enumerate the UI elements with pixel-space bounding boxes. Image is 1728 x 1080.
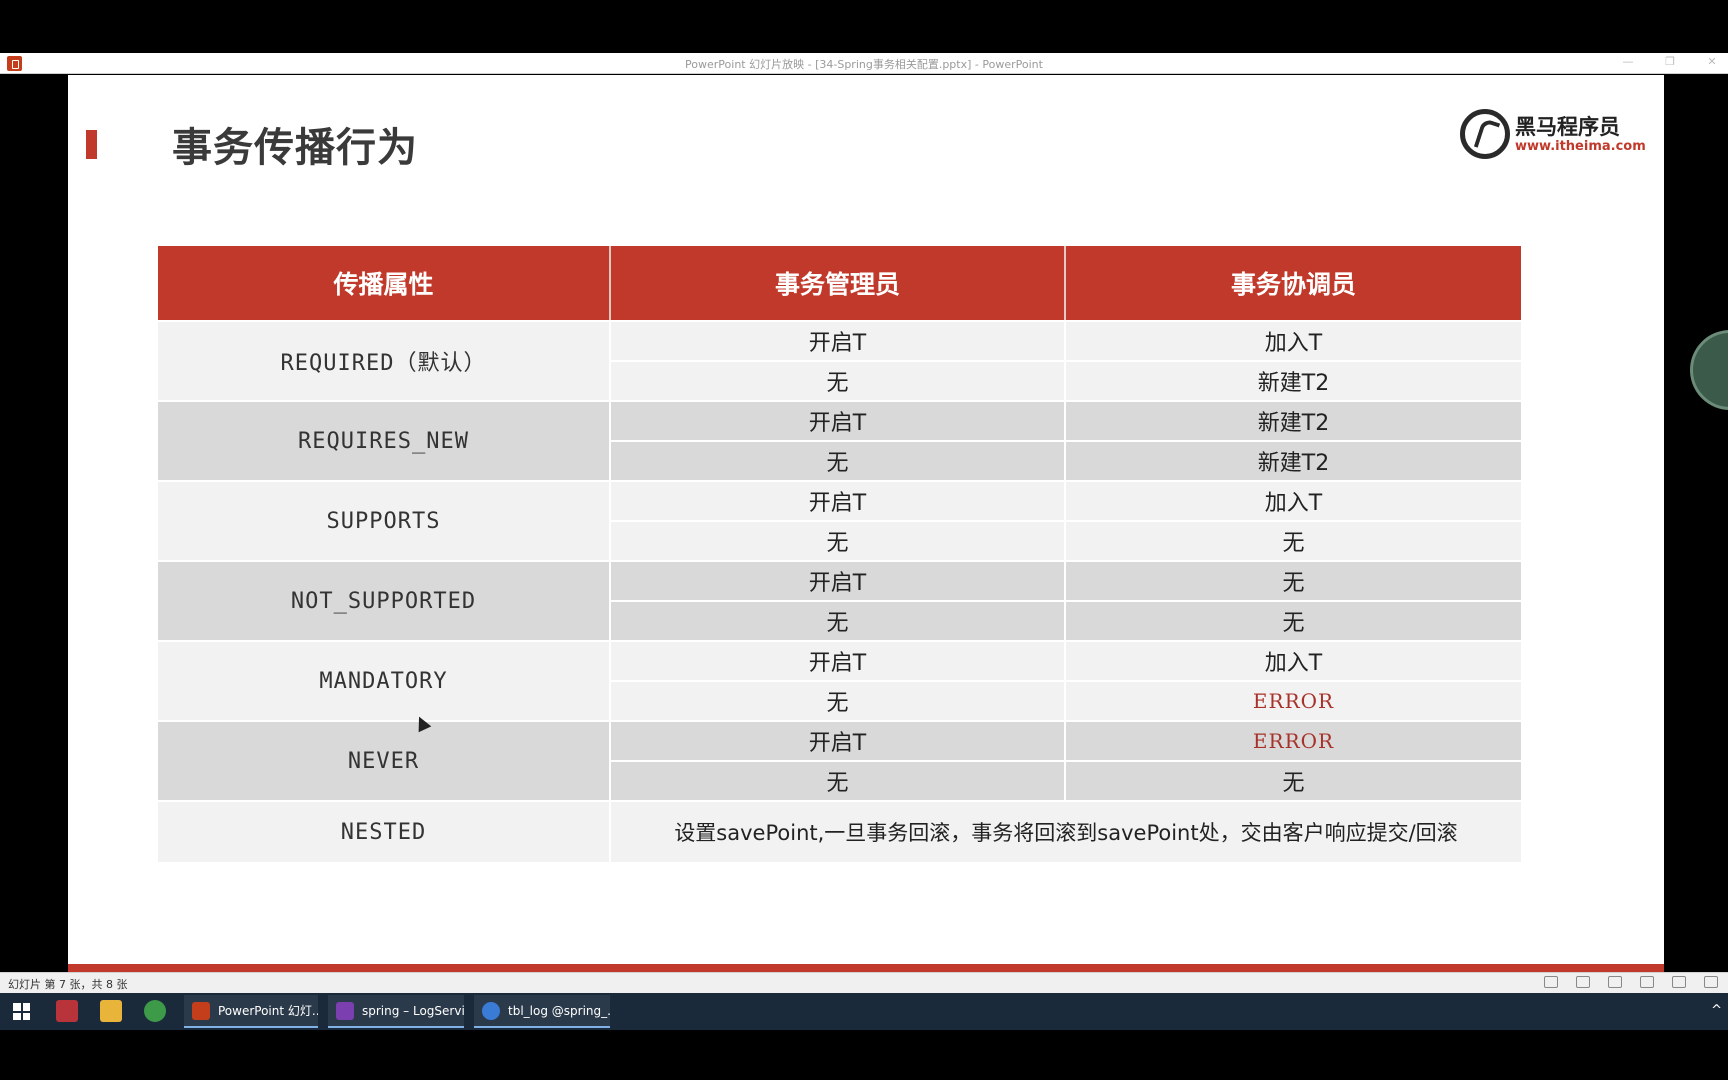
taskbar-app-label: spring – LogServi...	[362, 1003, 464, 1018]
taskbar-app-label: tbl_log @spring_...	[508, 1003, 610, 1018]
intellij-icon	[336, 1001, 354, 1020]
propagation-table: 传播属性 事务管理员 事务协调员 REQUIRED（默认） 开启T 加入T 无新建…	[158, 246, 1521, 862]
coordinator-cell: 无	[1282, 771, 1305, 796]
propagation-name: MANDATORY	[158, 642, 611, 720]
table-row-nested: NESTED 设置savePoint,一旦事务回滚，事务将回滚到savePoin…	[158, 800, 1521, 862]
table-row-required: REQUIRED（默认） 开启T 加入T 无 新建T2	[158, 320, 1521, 400]
windows-start-icon[interactable]	[13, 1003, 30, 1020]
normal-view-icon[interactable]	[1576, 976, 1590, 988]
reading-view-icon[interactable]	[1640, 976, 1654, 988]
slide[interactable]: 事务传播行为 黑马程序员 www.itheima.com 传播属性 事务管理员 …	[68, 75, 1664, 966]
slide-sorter-icon[interactable]	[1608, 976, 1622, 988]
table-row-mandatory: MANDATORY 开启T 加入T 无 ERROR	[158, 640, 1521, 720]
logo-url: www.itheima.com	[1515, 139, 1646, 154]
slideshow-icon[interactable]	[1672, 976, 1686, 988]
restore-button[interactable]: ❐	[1658, 55, 1682, 71]
propagation-name: SUPPORTS	[158, 482, 611, 560]
close-button[interactable]: ✕	[1700, 55, 1724, 71]
header-propagation: 传播属性	[158, 246, 611, 320]
manager-cell: 无	[611, 762, 1066, 800]
coordinator-cell: 新建T2	[1257, 451, 1330, 476]
chrome-icon[interactable]	[144, 1000, 166, 1022]
taskbar: PowerPoint 幻灯... spring – LogServi... tb…	[0, 993, 1728, 1030]
itheima-logo: 黑马程序员 www.itheima.com	[1460, 109, 1646, 161]
coordinator-cell: 无	[1282, 531, 1305, 556]
window-titlebar: PowerPoint 幻灯片放映 - [34-Spring事务相关配置.pptx…	[0, 53, 1728, 74]
coordinator-cell: 无	[1282, 571, 1305, 596]
coordinator-cell-error: ERROR	[1252, 729, 1335, 753]
taskbar-app-intellij[interactable]: spring – LogServi...	[328, 995, 464, 1028]
slide-title: 事务传播行为	[172, 125, 418, 171]
slide-letterbox-right	[1664, 75, 1728, 966]
coordinator-cell: 新建T2	[1257, 371, 1330, 396]
coordinator-cell: 无	[1282, 611, 1305, 636]
table-header: 传播属性 事务管理员 事务协调员	[158, 246, 1521, 320]
manager-cell: 无	[611, 442, 1066, 480]
header-manager: 事务管理员	[611, 246, 1066, 320]
manager-cell: 开启T	[611, 482, 1066, 520]
logo-name: 黑马程序员	[1515, 115, 1620, 139]
taskbar-app-label: PowerPoint 幻灯...	[218, 1004, 318, 1018]
table-row-requires-new: REQUIRES_NEW 开启T 新建T2 无 新建T2	[158, 400, 1521, 480]
fit-icon[interactable]	[1704, 976, 1718, 988]
coordinator-cell-error: ERROR	[1252, 689, 1335, 713]
coordinator-cell: 加入T	[1264, 491, 1323, 516]
propagation-name: NEVER	[158, 722, 611, 800]
tray-chevron-up-icon[interactable]: ^	[1711, 1003, 1722, 1018]
table-row-not-supported: NOT_SUPPORTED 开启T 无 无无	[158, 560, 1521, 640]
slide-counter: 幻灯片 第 7 张，共 8 张	[8, 978, 128, 991]
propagation-name: REQUIRED（默认）	[158, 322, 611, 400]
coordinator-cell: 加入T	[1264, 331, 1323, 356]
manager-cell: 开启T	[611, 402, 1066, 440]
manager-cell: 无	[611, 602, 1066, 640]
manager-cell: 开启T	[611, 562, 1066, 600]
horse-logo-icon	[1460, 109, 1510, 159]
screen-bottom-border	[0, 1030, 1728, 1080]
slide-bottom-accent	[68, 964, 1664, 972]
statusbar: 幻灯片 第 7 张，共 8 张	[0, 972, 1728, 993]
coordinator-cell: 新建T2	[1257, 411, 1330, 436]
app-grid-icon[interactable]	[56, 1000, 78, 1022]
database-icon	[482, 1001, 500, 1020]
propagation-name: NESTED	[158, 802, 611, 862]
manager-cell: 无	[611, 682, 1066, 720]
table-row-supports: SUPPORTS 开启T 加入T 无 无	[158, 480, 1521, 560]
table-row-never: NEVER 开启T ERROR 无 无	[158, 720, 1521, 800]
nested-description: 设置savePoint,一旦事务回滚，事务将回滚到savePoint处，交由客户…	[674, 821, 1458, 845]
minimize-button[interactable]: —	[1616, 55, 1640, 71]
notes-icon[interactable]	[1544, 976, 1558, 988]
header-coordinator: 事务协调员	[1066, 246, 1521, 320]
propagation-name: NOT_SUPPORTED	[158, 562, 611, 640]
manager-cell: 无	[611, 522, 1066, 560]
taskbar-app-datagrip[interactable]: tbl_log @spring_...	[474, 995, 610, 1028]
powerpoint-icon	[192, 1001, 210, 1020]
coordinator-cell: 加入T	[1264, 651, 1323, 676]
manager-cell: 开启T	[611, 322, 1066, 360]
file-explorer-icon[interactable]	[100, 1000, 122, 1022]
slide-letterbox-left	[0, 75, 68, 966]
window-title: PowerPoint 幻灯片放映 - [34-Spring事务相关配置.pptx…	[685, 58, 1043, 71]
title-accent-bar	[86, 130, 97, 159]
manager-cell: 开启T	[611, 642, 1066, 680]
manager-cell: 无	[611, 362, 1066, 400]
manager-cell: 开启T	[611, 722, 1066, 760]
propagation-name: REQUIRES_NEW	[158, 402, 611, 480]
taskbar-app-powerpoint[interactable]: PowerPoint 幻灯...	[184, 995, 318, 1028]
